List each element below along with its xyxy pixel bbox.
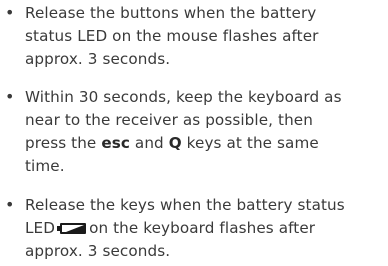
q-key-label: Q <box>168 134 182 152</box>
text-line: Release the keys when the battery status <box>25 196 345 214</box>
text-line: near to the receiver as possible, then <box>25 111 313 129</box>
text-line: status LED on the mouse flashes after <box>25 27 319 45</box>
battery-status-icon <box>57 223 87 234</box>
instruction-document: • Release the buttons when the battery s… <box>0 0 388 266</box>
led-after-text: on the keyboard flashes after <box>89 219 316 237</box>
text-line: Release the buttons when the battery <box>25 4 317 22</box>
esc-key-label: esc <box>101 134 130 152</box>
text-line: Within 30 seconds, keep the keyboard as <box>25 88 342 106</box>
text-line-with-icon: LED on the keyboard flashes after <box>25 217 315 239</box>
keys-text: keys at the same <box>186 134 319 152</box>
led-label: LED <box>25 219 56 237</box>
bullet: • <box>5 195 15 214</box>
bullet: • <box>5 87 15 106</box>
press-text: press the <box>25 134 97 152</box>
text-line: approx. 3 seconds. <box>25 50 171 68</box>
and-text: and <box>134 134 164 152</box>
text-line: approx. 3 seconds. <box>25 242 171 260</box>
text-line-with-keys: press the esc and Q keys at the same <box>25 132 319 154</box>
text-line: time. <box>25 157 65 175</box>
bullet: • <box>5 3 15 22</box>
